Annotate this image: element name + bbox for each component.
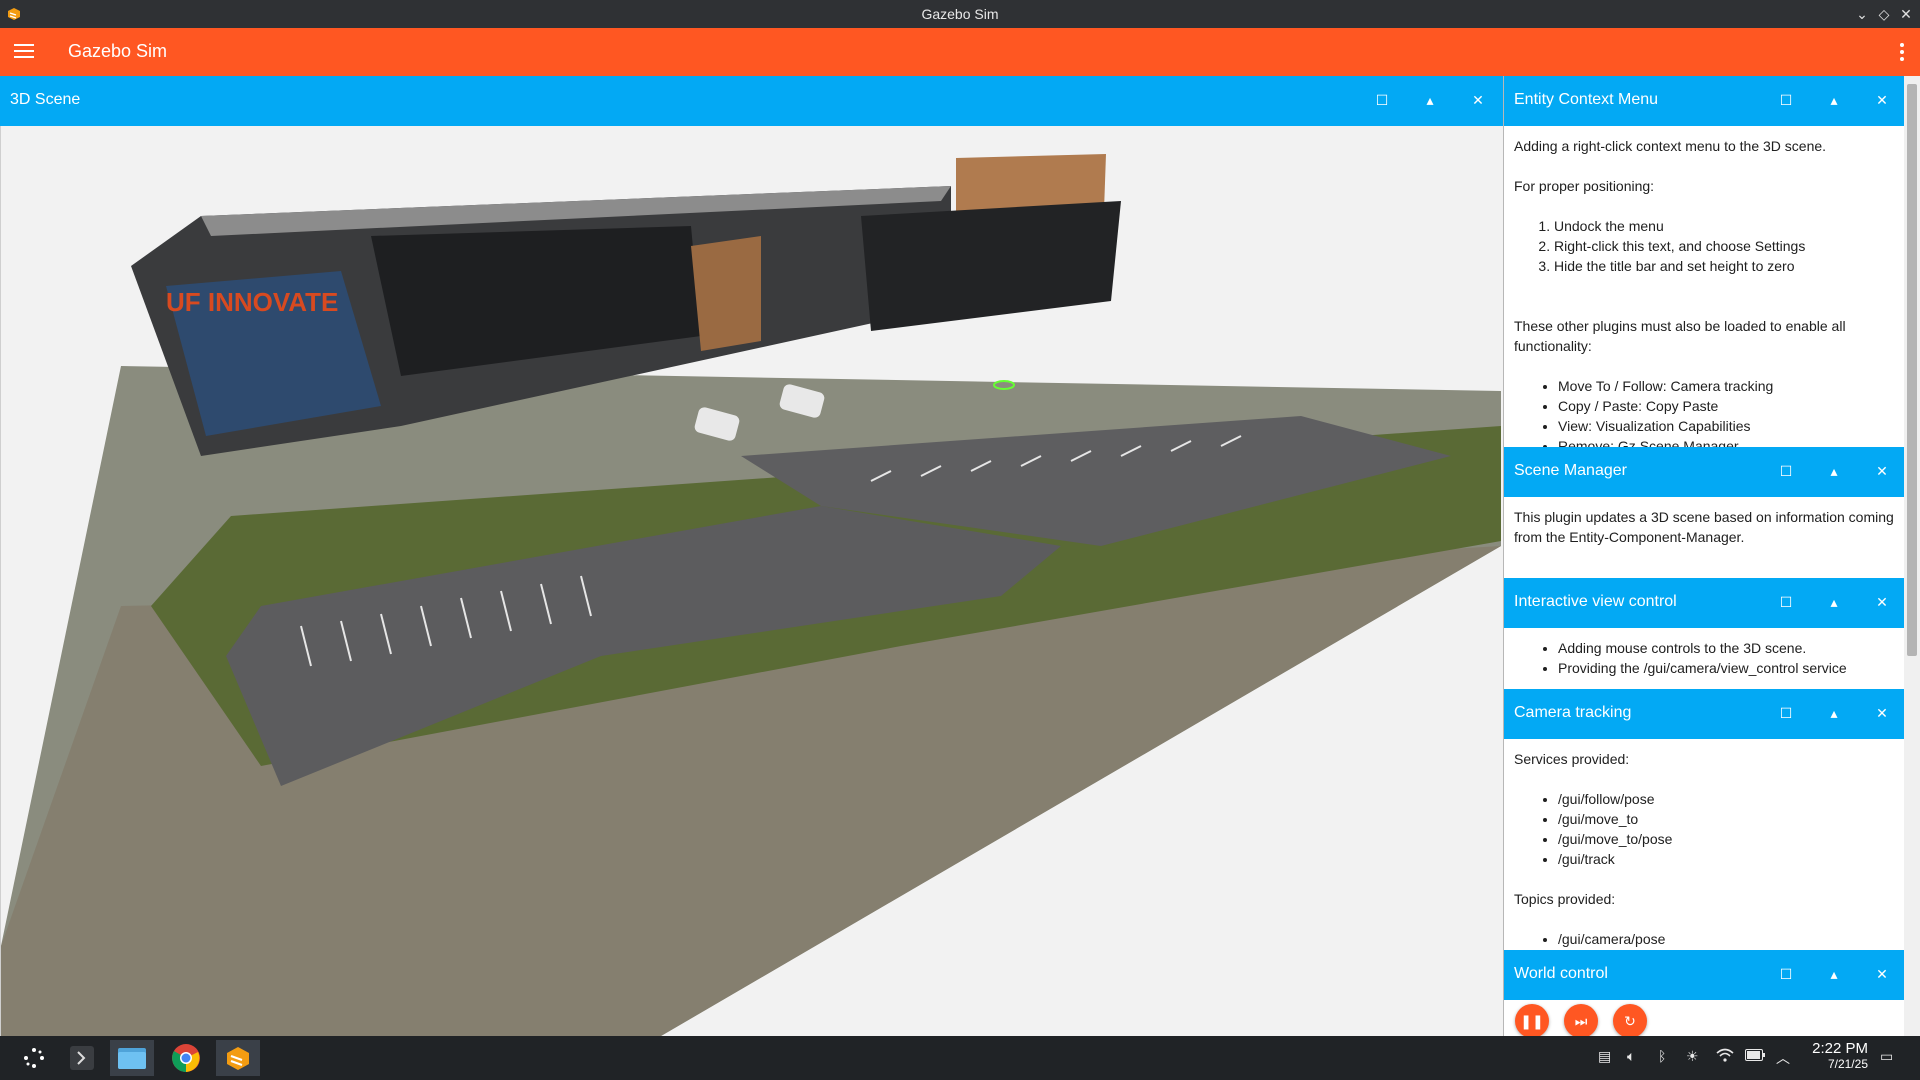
scrollbar-thumb[interactable]: [1907, 84, 1917, 656]
ct-service-item: /gui/move_to: [1558, 809, 1895, 829]
close-panel-icon[interactable]: ✕: [1872, 703, 1892, 723]
terminal-icon[interactable]: [60, 1040, 104, 1076]
app-bar: Gazebo Sim: [0, 28, 1920, 76]
building-side-wing: [861, 201, 1121, 331]
ecm-step: Undock the menu: [1554, 216, 1895, 236]
entity-context-menu-body: Adding a right-click context menu to the…: [1504, 126, 1904, 447]
ecm-plugin-item: View: Visualization Capabilities: [1558, 416, 1895, 436]
step-icon[interactable]: ⏭: [1564, 1004, 1598, 1036]
app-title: Gazebo Sim: [68, 41, 168, 61]
pause-icon[interactable]: ❚❚: [1515, 1004, 1549, 1036]
ivc-list: Adding mouse controls to the 3D scene. P…: [1558, 638, 1895, 678]
collapse-icon[interactable]: ▴: [1420, 90, 1440, 110]
gazebo-icon[interactable]: [216, 1040, 260, 1076]
volume-icon[interactable]: 🔈︎: [1627, 1048, 1635, 1065]
hamburger-menu-icon[interactable]: [12, 40, 36, 64]
ct-services: /gui/follow/pose /gui/move_to /gui/move_…: [1558, 789, 1895, 869]
collapse-icon[interactable]: ▴: [1824, 592, 1844, 612]
wifi-icon[interactable]: [1716, 1048, 1734, 1065]
ct-service-item: /gui/move_to/pose: [1558, 829, 1895, 849]
collapse-icon[interactable]: ▴: [1824, 461, 1844, 481]
clock[interactable]: 2:22 PM 7/21/25: [1812, 1040, 1868, 1071]
float-icon[interactable]: ☐: [1776, 703, 1796, 723]
brightness-icon[interactable]: ☀: [1686, 1048, 1699, 1065]
collapse-icon[interactable]: ▴: [1824, 703, 1844, 723]
tray-expand-icon[interactable]: ︿: [1776, 1048, 1790, 1068]
battery-icon[interactable]: [1745, 1048, 1765, 1064]
close-panel-icon[interactable]: ✕: [1872, 592, 1892, 612]
camera-tracking-title: Camera tracking: [1514, 704, 1632, 721]
float-icon[interactable]: ☐: [1372, 90, 1392, 110]
collapse-icon[interactable]: ▴: [1824, 964, 1844, 984]
minimize-icon[interactable]: ⌄: [1852, 4, 1872, 24]
taskbar: ▤ 🔈︎ ᛒ ☀ ︿ 2:22 PM 7/21/25 ▭: [0, 1036, 1920, 1080]
ecm-plugin-item: Move To / Follow: Camera tracking: [1558, 376, 1895, 396]
camera-tracking-body: Services provided: /gui/follow/pose /gui…: [1504, 739, 1904, 950]
float-icon[interactable]: ☐: [1776, 461, 1796, 481]
world-control-header: World control ☐ ▴ ✕: [1504, 950, 1904, 1000]
ct-topics-heading: Topics provided:: [1514, 891, 1616, 907]
clipboard-icon[interactable]: ▤: [1598, 1048, 1611, 1065]
clock-date: 7/21/25: [1827, 1057, 1868, 1071]
bluetooth-icon[interactable]: ᛒ: [1658, 1048, 1666, 1064]
file-manager-icon[interactable]: [110, 1040, 154, 1076]
ct-topics: /gui/camera/pose: [1558, 929, 1895, 949]
building-brick-a: [691, 236, 761, 351]
building-sign: UF INNOVATE: [166, 287, 338, 317]
ecm-step: Hide the title bar and set height to zer…: [1554, 256, 1895, 276]
more-options-icon[interactable]: [1898, 40, 1906, 64]
world-control-title: World control: [1514, 965, 1608, 982]
scene-panel-header: 3D Scene ☐ ▴ ✕: [0, 76, 1503, 126]
scene-manager-body: This plugin updates a 3D scene based on …: [1504, 497, 1904, 578]
float-icon[interactable]: ☐: [1776, 964, 1796, 984]
ecm-plugin-item: Remove: Gz Scene Manager: [1558, 436, 1895, 447]
float-icon[interactable]: ☐: [1776, 90, 1796, 110]
ct-service-item: /gui/follow/pose: [1558, 789, 1895, 809]
right-dock: Entity Context Menu ☐ ▴ ✕ Adding a right…: [1503, 76, 1904, 1036]
ct-service-item: /gui/track: [1558, 849, 1895, 869]
interactive-view-control-header: Interactive view control ☐ ▴ ✕: [1504, 578, 1904, 628]
right-dock-scrollbar[interactable]: [1904, 76, 1920, 1036]
reset-icon[interactable]: ↻: [1613, 1004, 1647, 1036]
ivc-item: Providing the /gui/camera/view_control s…: [1558, 658, 1895, 678]
scene-panel-title: 3D Scene: [10, 91, 81, 108]
ecm-step: Right-click this text, and choose Settin…: [1554, 236, 1895, 256]
scene-manager-title: Scene Manager: [1514, 462, 1627, 479]
float-icon[interactable]: ☐: [1776, 592, 1796, 612]
scene-render: UF INNOVATE: [1, 154, 1501, 1036]
close-panel-icon[interactable]: ✕: [1468, 90, 1488, 110]
scene-manager-header: Scene Manager ☐ ▴ ✕: [1504, 447, 1904, 497]
launcher-icon[interactable]: [12, 1040, 56, 1076]
close-panel-icon[interactable]: ✕: [1872, 964, 1892, 984]
ct-topic-item: /gui/camera/pose: [1558, 929, 1895, 949]
interactive-view-control-title: Interactive view control: [1514, 593, 1677, 610]
close-panel-icon[interactable]: ✕: [1872, 461, 1892, 481]
ecm-plugin-item: Copy / Paste: Copy Paste: [1558, 396, 1895, 416]
scene-manager-text: This plugin updates a 3D scene based on …: [1514, 509, 1894, 545]
chrome-icon[interactable]: [164, 1040, 208, 1076]
ecm-plugins-heading: These other plugins must also be loaded …: [1514, 318, 1846, 354]
entity-context-menu-header: Entity Context Menu ☐ ▴ ✕: [1504, 76, 1904, 126]
interactive-view-control-body: Adding mouse controls to the 3D scene. P…: [1504, 628, 1904, 689]
clock-time: 2:22 PM: [1812, 1040, 1868, 1057]
entity-context-menu-title: Entity Context Menu: [1514, 91, 1659, 108]
ecm-positioning-heading: For proper positioning:: [1514, 178, 1655, 194]
ecm-intro: Adding a right-click context menu to the…: [1514, 138, 1827, 154]
maximize-icon[interactable]: ◇: [1874, 4, 1894, 24]
show-desktop-icon[interactable]: ▭: [1880, 1048, 1893, 1065]
close-icon[interactable]: ✕: [1896, 4, 1916, 24]
ivc-item: Adding mouse controls to the 3D scene.: [1558, 638, 1895, 658]
collapse-icon[interactable]: ▴: [1824, 90, 1844, 110]
ecm-plugins: Move To / Follow: Camera tracking Copy /…: [1558, 376, 1895, 447]
camera-tracking-header: Camera tracking ☐ ▴ ✕: [1504, 689, 1904, 739]
ct-services-heading: Services provided:: [1514, 751, 1630, 767]
3d-scene-viewport[interactable]: UF INNOVATE: [0, 126, 1503, 1036]
ecm-steps: Undock the menu Right-click this text, a…: [1554, 216, 1895, 276]
window-title: Gazebo Sim: [921, 6, 999, 22]
close-panel-icon[interactable]: ✕: [1872, 90, 1892, 110]
window-titlebar: Gazebo Sim ⌄ ◇ ✕: [0, 0, 1920, 28]
